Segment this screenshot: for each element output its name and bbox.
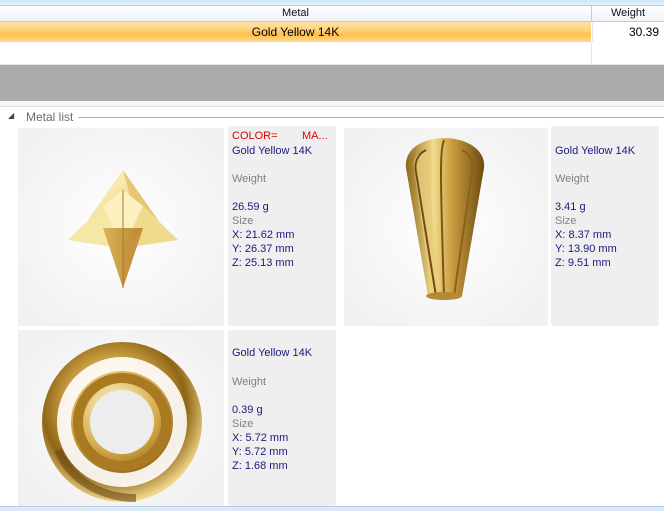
size-z: Z: 9.51 mm bbox=[555, 257, 611, 269]
size-x: X: 8.37 mm bbox=[555, 229, 612, 241]
size-y: Y: 26.37 mm bbox=[232, 243, 294, 255]
card-2-thumbnail[interactable] bbox=[344, 128, 548, 326]
card-3-thumbnail[interactable] bbox=[18, 330, 224, 506]
size-x: X: 21.62 mm bbox=[232, 229, 295, 241]
group-rule bbox=[78, 117, 664, 118]
weight-value: 26.59 g bbox=[232, 201, 269, 213]
collapse-triangle-icon[interactable]: ◢ bbox=[8, 111, 14, 120]
weight-label: Weight bbox=[232, 173, 267, 185]
weight-value: 0.39 g bbox=[232, 404, 263, 416]
metal-list-group: ◢ Metal list bbox=[0, 108, 664, 126]
size-y: Y: 5.72 mm bbox=[232, 446, 288, 458]
size-z: Z: 1.68 mm bbox=[232, 460, 288, 472]
weight-label: Weight bbox=[555, 173, 590, 185]
window-bottom-border bbox=[0, 506, 664, 511]
pendant-bail-icon bbox=[344, 128, 548, 326]
material-header: MA... bbox=[302, 130, 328, 142]
metal-name: Gold Yellow 14K bbox=[555, 145, 636, 157]
size-x: X: 5.72 mm bbox=[232, 432, 289, 444]
table-row-metal-cell[interactable]: Gold Yellow 14K bbox=[0, 22, 591, 42]
column-divider bbox=[591, 42, 592, 64]
card-1-thumbnail[interactable] bbox=[18, 128, 224, 326]
metal-name: Gold Yellow 14K bbox=[232, 145, 313, 157]
column-header-weight[interactable]: Weight bbox=[592, 6, 664, 22]
table-empty-row[interactable] bbox=[0, 42, 664, 65]
weight-value: 3.41 g bbox=[555, 201, 586, 213]
group-title: Metal list bbox=[26, 110, 74, 124]
table-row-weight-cell[interactable]: 30.39 bbox=[592, 22, 664, 42]
color-header: COLOR= bbox=[232, 130, 278, 142]
metal-name: Gold Yellow 14K bbox=[232, 347, 313, 359]
card-3-details: Gold Yellow 14K Weight 0.39 g Size X: 5.… bbox=[228, 330, 336, 506]
card-1-details: COLOR= MA... Gold Yellow 14K Weight 26.5… bbox=[228, 126, 336, 326]
splitter[interactable] bbox=[0, 101, 664, 107]
size-label: Size bbox=[232, 215, 254, 227]
empty-grid-area bbox=[0, 65, 664, 101]
ring-washer-icon bbox=[18, 330, 224, 506]
size-label: Size bbox=[555, 215, 577, 227]
size-y: Y: 13.90 mm bbox=[555, 243, 617, 255]
star-tetrahedron-icon bbox=[18, 128, 224, 326]
card-2-details: Gold Yellow 14K Weight 3.41 g Size X: 8.… bbox=[551, 126, 659, 326]
weight-label: Weight bbox=[232, 376, 267, 388]
column-header-metal[interactable]: Metal bbox=[0, 6, 592, 22]
size-z: Z: 25.13 mm bbox=[232, 257, 294, 269]
size-label: Size bbox=[232, 418, 254, 430]
